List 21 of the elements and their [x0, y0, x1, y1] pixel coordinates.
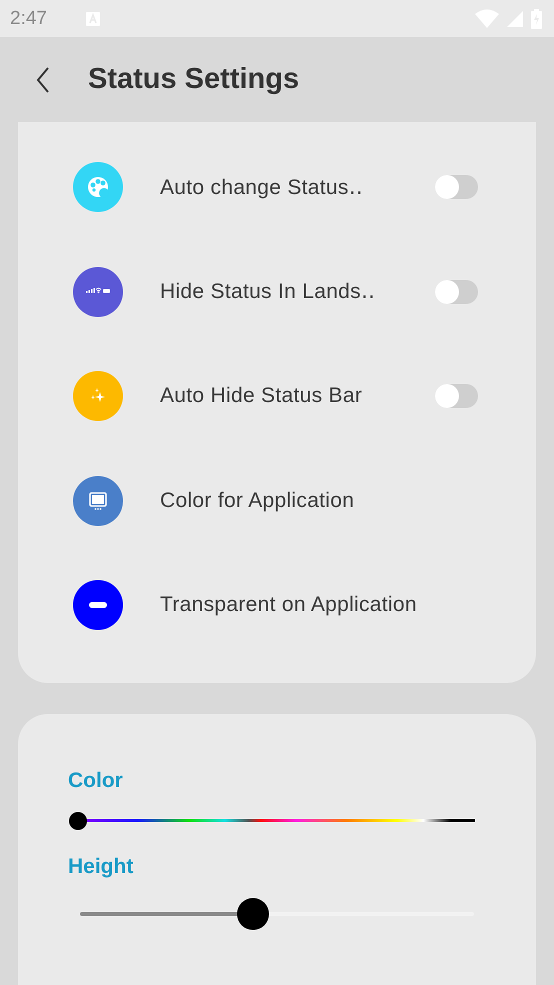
color-slider[interactable]: [69, 810, 475, 830]
settings-item[interactable]: Auto change Status‥: [18, 135, 536, 240]
setting-label: Auto change Status‥: [160, 174, 364, 200]
page-title: Status Settings: [88, 63, 300, 96]
settings-item[interactable]: Transparent on Application: [18, 553, 536, 658]
slider-thumb[interactable]: [237, 898, 270, 930]
setting-label: Auto Hide Status Bar: [160, 384, 364, 408]
settings-item[interactable]: Auto Hide Status Bar: [18, 344, 536, 448]
height-slider[interactable]: [80, 896, 474, 930]
setting-label: Hide Status In Lands‥: [160, 279, 376, 304]
toggle-switch[interactable]: [435, 280, 478, 304]
settings-item[interactable]: Color for Application: [18, 448, 536, 553]
setting-label: Transparent on Application: [160, 593, 418, 618]
settings-item[interactable]: Hide Status In Lands‥: [18, 240, 536, 344]
slider-label: Height: [68, 854, 134, 878]
slider-thumb[interactable]: [69, 812, 87, 830]
slider-label: Color: [68, 768, 124, 792]
toggle-switch[interactable]: [435, 175, 478, 200]
toggle-switch[interactable]: [435, 384, 478, 408]
clock-time: 2:47: [10, 8, 47, 30]
setting-label: Color for Application: [160, 488, 356, 513]
